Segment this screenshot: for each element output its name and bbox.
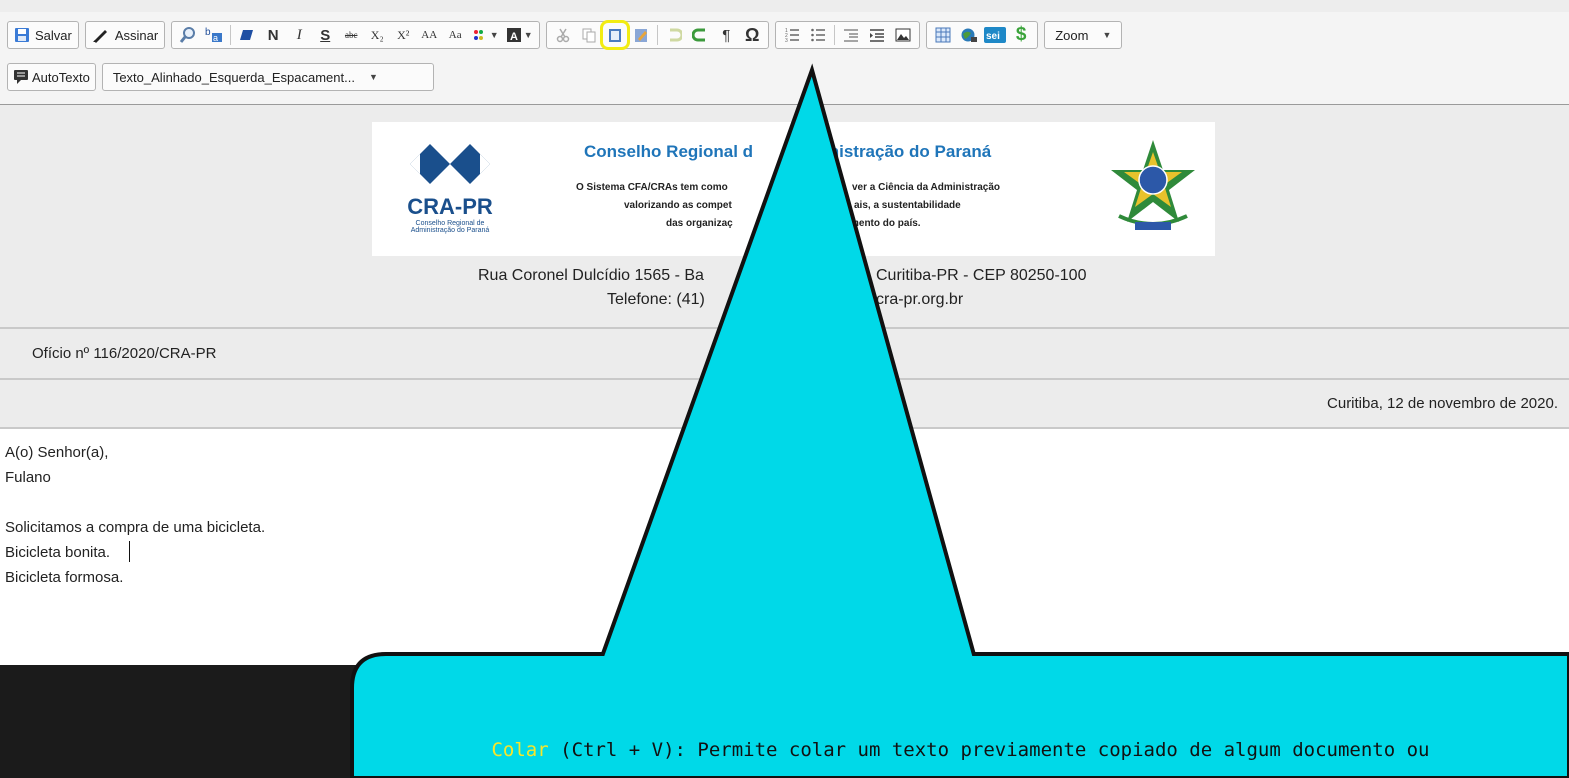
letterhead-banner: CRA-PR Conselho Regional de Administraçã… xyxy=(372,122,1215,256)
autotext-button[interactable]: AutoTexto xyxy=(7,63,96,91)
toolbar-separator xyxy=(657,25,659,45)
paste-from-word-icon[interactable] xyxy=(630,24,652,46)
redo-icon[interactable] xyxy=(689,24,711,46)
toolbar-separator xyxy=(230,25,232,45)
office-number: Ofício nº 116/2020/CRA-PR xyxy=(32,345,217,362)
image-icon[interactable] xyxy=(892,24,914,46)
chevron-down-icon: ▼ xyxy=(368,72,378,82)
sign-button[interactable]: Assinar xyxy=(84,21,166,49)
chevron-down-icon: ▼ xyxy=(489,30,499,40)
pilcrow-icon[interactable]: ¶ xyxy=(715,24,737,46)
table-icon[interactable] xyxy=(932,24,954,46)
body-line: A(o) Senhor(a), xyxy=(5,444,109,461)
office-number-section[interactable]: Ofício nº 116/2020/CRA-PR xyxy=(0,329,1569,380)
zoom-label: Zoom xyxy=(1055,27,1089,43)
body-line: Bicicleta formosa. xyxy=(5,569,124,586)
zoom-dropdown[interactable]: Zoom ▼ xyxy=(1044,21,1123,49)
eraser-icon[interactable] xyxy=(236,24,258,46)
chevron-down-icon: ▼ xyxy=(1102,30,1112,40)
svg-text:a: a xyxy=(213,33,218,43)
body-line: Solicitamos a compra de uma bicicleta. xyxy=(5,519,266,536)
globe-link-icon[interactable] xyxy=(958,24,980,46)
sign-label: Assinar xyxy=(114,27,159,43)
copy-icon[interactable] xyxy=(578,24,600,46)
cut-icon[interactable] xyxy=(552,24,574,46)
format-toolbar-group: ba N I S abc X₂ X² AA Aa ▼ A ▼ xyxy=(171,21,541,49)
floppy-disk-icon xyxy=(14,27,30,43)
phone-left: Telefone: (41) xyxy=(607,291,705,308)
underline-icon[interactable]: S xyxy=(314,24,336,46)
text-cursor xyxy=(129,541,130,562)
chevron-down-icon: ▼ xyxy=(523,30,533,40)
logo-text: CRA-PR xyxy=(407,194,493,219)
motto-line2-left: valorizando as compet xyxy=(624,200,732,211)
autotext-label: AutoTexto xyxy=(32,69,90,85)
speech-bubble-icon xyxy=(13,69,29,85)
strikethrough-icon[interactable]: abc xyxy=(340,24,362,46)
increase-font-icon[interactable]: AA xyxy=(418,24,440,46)
cra-logo: CRA-PR Conselho Regional de Administraçã… xyxy=(390,136,510,246)
toolbar-separator xyxy=(834,25,836,45)
outdent-icon[interactable] xyxy=(840,24,862,46)
brazil-coat-of-arms-icon xyxy=(1105,136,1201,240)
motto-line2-right: ais, a sustentabilidade xyxy=(854,200,961,211)
dollar-icon[interactable]: $ xyxy=(1010,24,1032,46)
editor-window: Salvar Assinar ba N I S abc X₂ X² AA Aa … xyxy=(0,0,1569,665)
indent-icon[interactable] xyxy=(866,24,888,46)
phone-right: cra-pr.org.br xyxy=(876,291,964,308)
logo-subtext-1: Conselho Regional de xyxy=(415,220,485,227)
save-button[interactable]: Salvar xyxy=(7,21,79,49)
date-section[interactable]: Curitiba, 12 de novembro de 2020. xyxy=(0,380,1569,429)
text-color-icon[interactable]: ▼ xyxy=(470,24,500,46)
superscript-icon[interactable]: X² xyxy=(392,24,414,46)
svg-text:sei: sei xyxy=(986,31,1000,42)
special-char-icon[interactable]: Ω xyxy=(741,24,763,46)
tooltip-text: Colar (Ctrl + V): Permite colar um texto… xyxy=(352,735,1569,765)
svg-text:b: b xyxy=(205,27,211,38)
tooltip-description: (Ctrl + V): Permite colar um texto previ… xyxy=(548,739,1430,761)
motto-line3-right: mento do país. xyxy=(850,218,921,229)
paste-icon[interactable] xyxy=(600,20,631,50)
toolbar-row-1: Salvar Assinar ba N I S abc X₂ X² AA Aa … xyxy=(7,20,1128,50)
letterhead-section[interactable]: CRA-PR Conselho Regional de Administraçã… xyxy=(0,105,1569,329)
letter-body[interactable]: A(o) Senhor(a), Fulano Solicitamos a com… xyxy=(0,429,1569,665)
insert-toolbar-group: sei $ xyxy=(926,21,1039,49)
body-line: Bicicleta bonita. xyxy=(5,544,111,561)
motto-line1-right: ver a Ciência da Administração xyxy=(852,182,1001,193)
toolbar-row-2: AutoTexto Texto_Alinhado_Esquerda_Espaca… xyxy=(7,62,434,92)
motto-line1-left: O Sistema CFA/CRAs tem como xyxy=(576,182,728,193)
numbered-list-icon[interactable]: 123 xyxy=(781,24,803,46)
address-left: Rua Coronel Dulcídio 1565 - Ba xyxy=(478,267,704,284)
replace-icon[interactable]: ba xyxy=(203,24,225,46)
find-icon[interactable] xyxy=(177,24,199,46)
address-right: Curitiba-PR - CEP 80250-100 xyxy=(876,267,1087,284)
paragraph-style-value: Texto_Alinhado_Esquerda_Espacament... xyxy=(112,69,355,85)
svg-text:3: 3 xyxy=(785,38,788,43)
org-name-left: Conselho Regional d xyxy=(584,142,754,161)
undo-icon[interactable] xyxy=(663,24,685,46)
sei-icon[interactable]: sei xyxy=(984,24,1007,46)
clipboard-toolbar-group: ¶ Ω xyxy=(546,20,770,50)
subscript-icon[interactable]: X₂ xyxy=(366,24,388,46)
bold-icon[interactable]: N xyxy=(262,24,284,46)
org-name-right: inistração do Paraná xyxy=(824,142,992,161)
body-line: Fulano xyxy=(5,469,51,486)
background-color-icon[interactable]: A ▼ xyxy=(504,24,534,46)
tooltip-keyword: Colar xyxy=(491,739,549,761)
italic-icon[interactable]: I xyxy=(288,24,310,46)
decrease-font-icon[interactable]: Aa xyxy=(444,24,466,46)
save-label: Salvar xyxy=(35,27,72,43)
date-line: Curitiba, 12 de novembro de 2020. xyxy=(1327,395,1558,412)
paragraph-style-select[interactable]: Texto_Alinhado_Esquerda_Espacament... ▼ xyxy=(101,63,434,91)
pen-icon xyxy=(92,27,110,43)
bullet-list-icon[interactable] xyxy=(807,24,829,46)
motto-line3-left: das organizaç xyxy=(666,218,733,229)
svg-text:A: A xyxy=(510,31,518,43)
editor-toolbar: Salvar Assinar ba N I S abc X₂ X² AA Aa … xyxy=(0,12,1569,105)
list-toolbar-group: 123 xyxy=(775,21,921,49)
logo-subtext-2: Administração do Paraná xyxy=(410,227,490,234)
